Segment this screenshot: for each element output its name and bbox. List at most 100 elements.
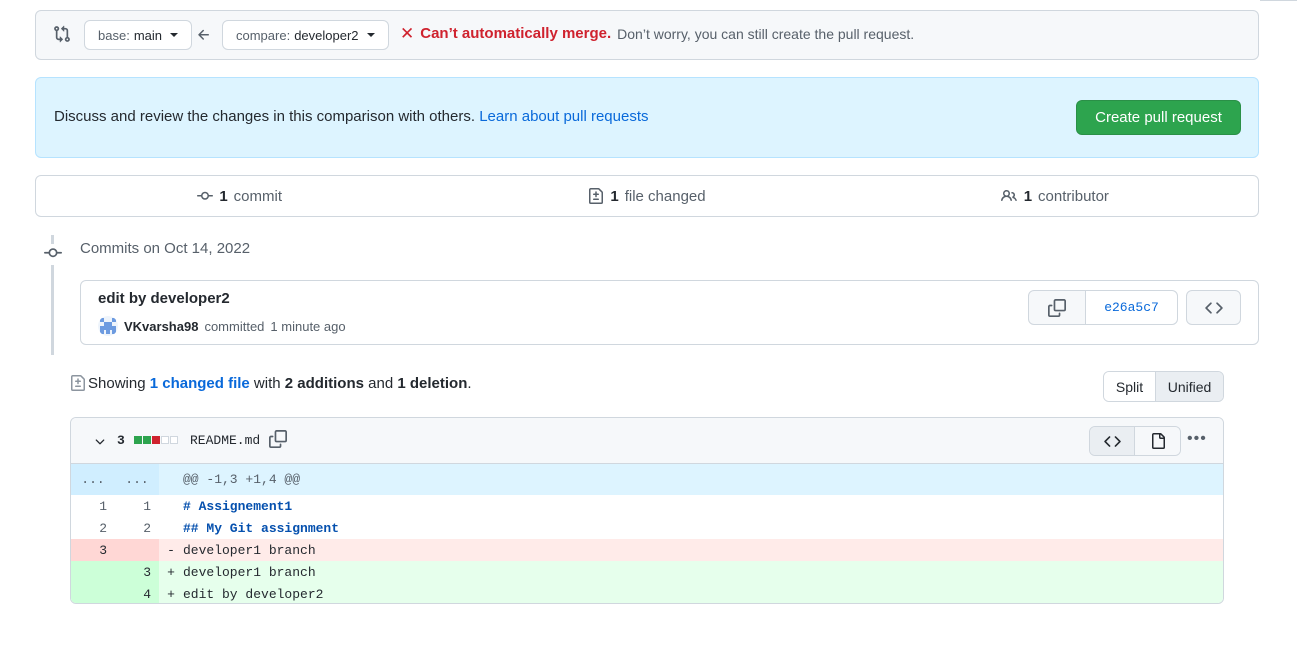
line-code: edit by developer2	[183, 586, 324, 602]
files-label: file changed	[624, 187, 706, 205]
file-view-toggle	[1089, 426, 1181, 456]
expand-up-button[interactable]: ...	[71, 464, 115, 495]
line-code: # Assignement1	[183, 498, 293, 514]
x-icon: ✕	[400, 23, 415, 43]
copy-icon	[1048, 298, 1066, 317]
old-line-number	[71, 583, 115, 603]
unified-view-button[interactable]: Unified	[1156, 372, 1223, 401]
toc-changed-files-link[interactable]: 1 changed file	[150, 375, 250, 392]
people-icon	[1000, 189, 1017, 202]
old-line-number[interactable]: 3	[71, 539, 115, 561]
base-branch-button[interactable]: base: main	[84, 20, 192, 50]
file-name-link[interactable]: README.md	[190, 433, 260, 448]
caret-down-icon	[366, 33, 375, 37]
kebab-menu-icon[interactable]: •••	[1187, 430, 1207, 448]
new-line-number[interactable]: 3	[115, 561, 159, 583]
copy-sha-button[interactable]	[1029, 291, 1086, 324]
line-code: developer1 branch	[183, 542, 316, 558]
commit-title-link[interactable]: edit by developer2	[98, 290, 230, 307]
contributors-count: 1	[1023, 187, 1033, 205]
diffstat-neutral-block	[170, 436, 178, 444]
code-icon	[1204, 301, 1223, 314]
commit-item: edit by developer2 VKvarsha98 committed …	[80, 280, 1259, 345]
commits-date-heading: Commits on Oct 14, 2022	[80, 240, 251, 257]
toc-with: with	[253, 374, 281, 392]
toc-showing: Showing	[88, 374, 146, 392]
base-label: base:	[98, 27, 130, 43]
avatar[interactable]	[98, 316, 118, 336]
diff-toc: Showing 1 changed file with 2 additions …	[70, 374, 472, 392]
chevron-down-icon[interactable]	[93, 435, 107, 452]
create-pull-request-button[interactable]: Create pull request	[1076, 100, 1241, 135]
toc-period: .	[467, 374, 472, 392]
line-marker: +	[167, 586, 175, 602]
expand-down-button[interactable]: ...	[115, 464, 159, 495]
file-diff-icon	[71, 375, 85, 391]
files-changed-tab[interactable]: 1 file changed	[443, 176, 850, 216]
rich-diff-button[interactable]	[1135, 427, 1180, 455]
diff-line: 2 2 ## My Git assignment	[71, 517, 1223, 539]
diff-line-addition: 4 + edit by developer2	[71, 583, 1223, 603]
compare-value: developer2	[294, 27, 359, 43]
commit-action: committed	[204, 318, 265, 334]
merge-status: ✕ Can’t automatically merge. Don’t worry…	[400, 23, 915, 43]
caret-down-icon	[170, 33, 178, 37]
code-icon	[1103, 435, 1121, 447]
line-code: developer1 branch	[183, 564, 316, 580]
diff-table: ... ... @@ -1,3 +1,4 @@ 1 1 # Assignemen…	[71, 464, 1223, 603]
git-compare-icon	[53, 25, 71, 46]
diffstat-del-block	[152, 436, 160, 444]
compare-label: compare:	[236, 27, 291, 43]
new-line-number[interactable]: 1	[115, 495, 159, 517]
line-marker: +	[167, 564, 175, 580]
commit-meta: VKvarsha98 committed 1 minute ago	[98, 316, 346, 336]
range-editor: base: main compare: developer2 ✕ Can’t a…	[35, 10, 1259, 60]
merge-status-text: Can’t automatically merge.	[420, 25, 612, 42]
commits-tab[interactable]: 1 commit	[36, 176, 443, 216]
diff-line-addition: 3 + developer1 branch	[71, 561, 1223, 583]
discuss-text: Discuss and review the changes in this c…	[54, 108, 476, 125]
file-icon	[1151, 433, 1165, 449]
learn-pr-link[interactable]: Learn about pull requests	[479, 108, 648, 125]
diffstat-neutral-block	[161, 436, 169, 444]
commit-author-link[interactable]: VKvarsha98	[124, 319, 198, 334]
diff-view-toggle: Split Unified	[1103, 371, 1224, 402]
merge-note: Don’t worry, you can still create the pu…	[617, 25, 915, 42]
old-line-number[interactable]: 2	[71, 517, 115, 539]
file-diff-icon	[589, 188, 604, 204]
source-diff-button[interactable]	[1090, 427, 1135, 455]
line-code: ## My Git assignment	[183, 520, 340, 536]
contributors-tab[interactable]: 1 contributor	[851, 176, 1258, 216]
commit-time: 1 minute ago	[270, 318, 346, 334]
commits-count: 1	[219, 187, 228, 205]
toc-additions: 2 additions	[284, 374, 364, 392]
discuss-text-wrap: Discuss and review the changes in this c…	[54, 108, 649, 125]
new-line-number[interactable]: 2	[115, 517, 159, 539]
copy-icon[interactable]	[269, 430, 287, 451]
top-border	[1260, 0, 1297, 1]
diffstat-blocks	[134, 436, 178, 444]
compare-branch-button[interactable]: compare: developer2	[222, 20, 389, 50]
browse-repo-button[interactable]	[1186, 290, 1241, 325]
line-marker: -	[167, 542, 175, 558]
old-line-number	[71, 561, 115, 583]
contributors-label: contributor	[1038, 187, 1109, 205]
split-view-button[interactable]: Split	[1104, 372, 1156, 401]
file-change-count: 3	[117, 433, 125, 448]
new-line-number[interactable]: 4	[115, 583, 159, 603]
files-count: 1	[610, 187, 619, 205]
arrow-left-icon	[196, 27, 212, 46]
old-line-number[interactable]: 1	[71, 495, 115, 517]
toc-and: and	[368, 374, 394, 392]
diff-line: 1 1 # Assignement1	[71, 495, 1223, 517]
diff-line-deletion: 3 - developer1 branch	[71, 539, 1223, 561]
hunk-header: @@ -1,3 +1,4 @@	[183, 472, 301, 487]
commit-sha-link[interactable]: e26a5c7	[1086, 291, 1177, 324]
hunk-header-row: ... ... @@ -1,3 +1,4 @@	[71, 464, 1223, 495]
diffstat-add-block	[134, 436, 142, 444]
discuss-banner: Discuss and review the changes in this c…	[35, 77, 1259, 158]
base-value: main	[133, 27, 162, 43]
commits-label: commit	[233, 187, 282, 205]
file-header: 3 README.md •••	[71, 418, 1223, 464]
git-commit-icon	[197, 191, 214, 200]
